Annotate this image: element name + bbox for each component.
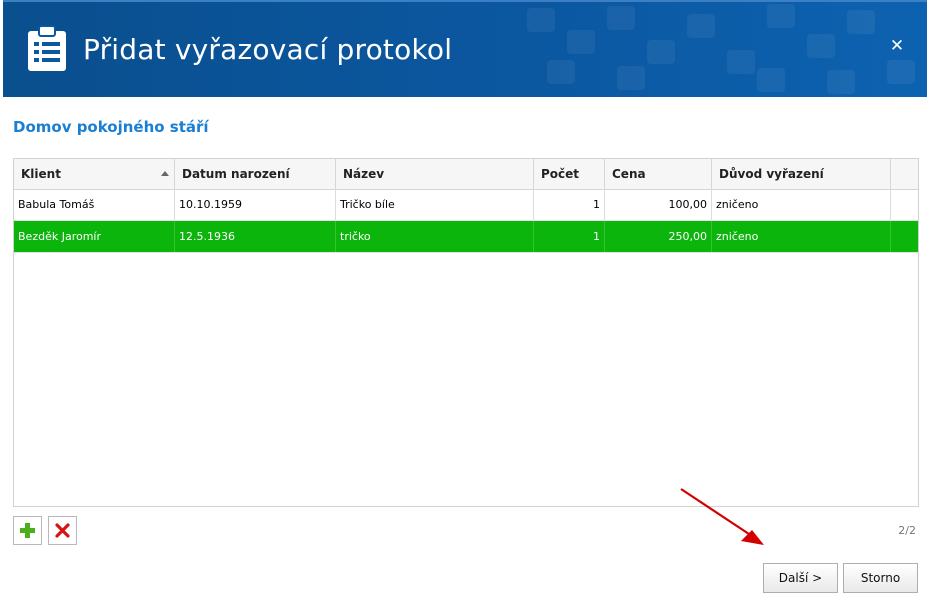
cell-datum: 12.5.1936 (175, 221, 336, 252)
clipboard-list-icon (28, 25, 66, 71)
cell-klient: Bezděk Jaromír (14, 221, 175, 252)
plus-icon (20, 523, 35, 538)
cell-duvod: zničeno (712, 189, 891, 220)
cancel-button[interactable]: Storno (843, 563, 918, 593)
next-button[interactable]: Další > (763, 563, 838, 593)
delete-x-icon (55, 523, 70, 538)
data-grid: Klient Datum narození Název Počet Cena D… (13, 158, 919, 507)
column-header-cena[interactable]: Cena (605, 159, 712, 189)
cell-nazev: tričko (336, 221, 534, 252)
column-header-label: Klient (21, 167, 61, 181)
column-header-nazev[interactable]: Název (336, 159, 534, 189)
pager-indicator: 2/2 (898, 524, 916, 537)
column-header-label: Důvod vyřazení (719, 167, 824, 181)
cell-cena: 250,00 (605, 221, 712, 252)
dialog-title: Přidat vyřazovací protokol (83, 33, 453, 66)
sort-ascending-icon (161, 171, 169, 176)
cell-duvod: zničeno (712, 221, 891, 252)
cell-pocet: 1 (534, 189, 605, 220)
cell-cena: 100,00 (605, 189, 712, 220)
column-header-label: Datum narození (182, 167, 290, 181)
add-row-button[interactable] (13, 516, 42, 545)
column-header-duvod[interactable]: Důvod vyřazení (712, 159, 891, 189)
dialog-header: Přidat vyřazovací protokol ✕ (3, 0, 927, 97)
table-row[interactable]: Babula Tomáš 10.10.1959 Tričko bíle 1 10… (14, 189, 918, 221)
column-header-klient[interactable]: Klient (14, 159, 175, 189)
column-header-pocet[interactable]: Počet (534, 159, 605, 189)
close-icon[interactable]: ✕ (887, 36, 907, 56)
cell-datum: 10.10.1959 (175, 189, 336, 220)
cell-pocet: 1 (534, 221, 605, 252)
column-header-label: Počet (541, 167, 580, 181)
header-pattern (507, 0, 927, 97)
cell-nazev: Tričko bíle (336, 189, 534, 220)
column-header-label: Cena (612, 167, 646, 181)
grid-header: Klient Datum narození Název Počet Cena D… (14, 159, 918, 190)
column-header-datum[interactable]: Datum narození (175, 159, 336, 189)
column-header-label: Název (343, 167, 385, 181)
cell-klient: Babula Tomáš (14, 189, 175, 220)
delete-row-button[interactable] (48, 516, 77, 545)
table-row-selected[interactable]: Bezděk Jaromír 12.5.1936 tričko 1 250,00… (14, 221, 918, 253)
section-title: Domov pokojného stáří (13, 118, 209, 136)
